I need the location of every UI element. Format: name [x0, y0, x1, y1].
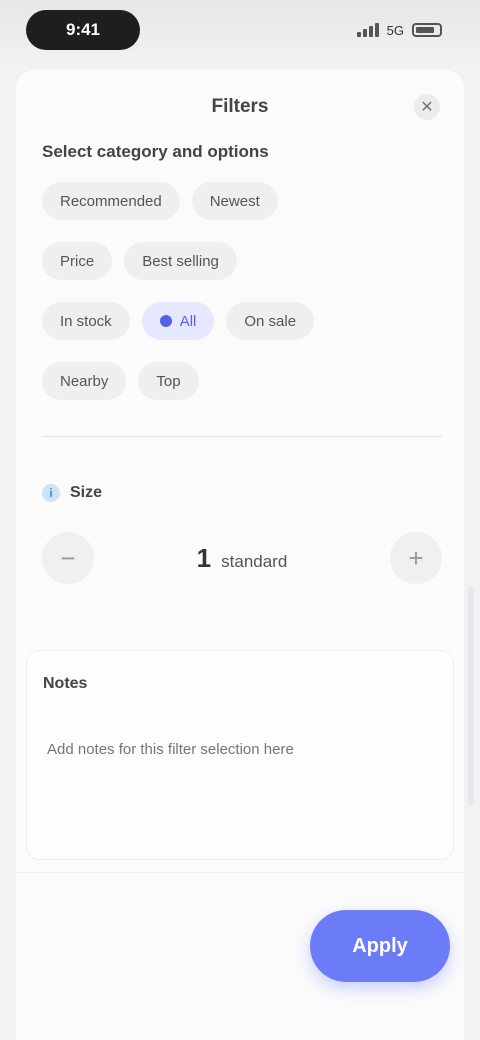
apply-button[interactable]: Apply: [310, 910, 450, 982]
notes-heading: Notes: [43, 675, 88, 692]
size-heading: i Size: [42, 484, 102, 502]
status-indicators: 5G: [356, 18, 442, 42]
filter-sheet: Filters ✕ Select category and options Re…: [16, 70, 464, 1040]
chip-label: Top: [156, 372, 181, 390]
chip-label: On sale: [244, 312, 297, 330]
chip-label: All: [179, 312, 197, 330]
chip-top[interactable]: Top: [138, 362, 199, 400]
chip-label: Price: [60, 252, 95, 270]
chip-on-sale[interactable]: On sale: [226, 302, 315, 340]
network-label: 5G: [386, 22, 404, 38]
chip-label: Best selling: [142, 252, 219, 270]
notes-input[interactable]: [45, 721, 435, 777]
chip-newest[interactable]: Newest: [191, 182, 278, 220]
chip-row: Price Best selling: [42, 242, 442, 280]
chip-nearby[interactable]: Nearby: [42, 362, 127, 400]
apply-label: Apply: [352, 934, 408, 957]
chip-recommended[interactable]: Recommended: [42, 182, 180, 220]
chip-price[interactable]: Price: [42, 242, 113, 280]
category-chips: Recommended Newest Price Best selling In…: [42, 182, 442, 422]
status-bar: 9:41 5G: [0, 0, 480, 70]
increment-button[interactable]: +: [389, 532, 442, 584]
signal-icon: [356, 23, 379, 37]
chip-label: In stock: [60, 312, 112, 330]
chip-row: Nearby Top: [42, 362, 442, 400]
notes-card: Notes: [26, 650, 454, 860]
chip-in-stock[interactable]: In stock: [42, 302, 130, 340]
minus-icon: −: [60, 542, 76, 573]
selected-dot-icon: [159, 315, 172, 327]
battery-icon: [412, 23, 442, 37]
decrement-button[interactable]: −: [42, 532, 94, 584]
section-divider: [42, 436, 442, 437]
status-time: 9:41: [65, 20, 101, 39]
size-stepper: − 1 standard +: [42, 522, 442, 594]
close-icon: ✕: [420, 99, 434, 116]
footer-divider: [16, 872, 464, 873]
plus-icon: +: [408, 542, 424, 573]
info-icon[interactable]: i: [42, 484, 60, 502]
size-unit: standard: [221, 551, 288, 571]
chip-label: Newest: [209, 192, 260, 210]
chip-best-selling[interactable]: Best selling: [124, 242, 237, 280]
chip-row: Recommended Newest: [42, 182, 442, 220]
stepper-value: 1 standard: [197, 543, 288, 574]
scrollbar[interactable]: [468, 586, 474, 806]
chip-all[interactable]: All: [141, 302, 215, 340]
chip-label: Nearby: [60, 372, 109, 390]
size-value: 1: [196, 542, 212, 573]
chip-label: Recommended: [60, 192, 162, 210]
size-label: Size: [70, 484, 103, 501]
sheet-title: Filters: [211, 96, 269, 117]
close-button[interactable]: ✕: [414, 94, 440, 120]
chip-row: In stock All On sale: [42, 302, 442, 340]
category-heading: Select category and options: [42, 142, 269, 161]
